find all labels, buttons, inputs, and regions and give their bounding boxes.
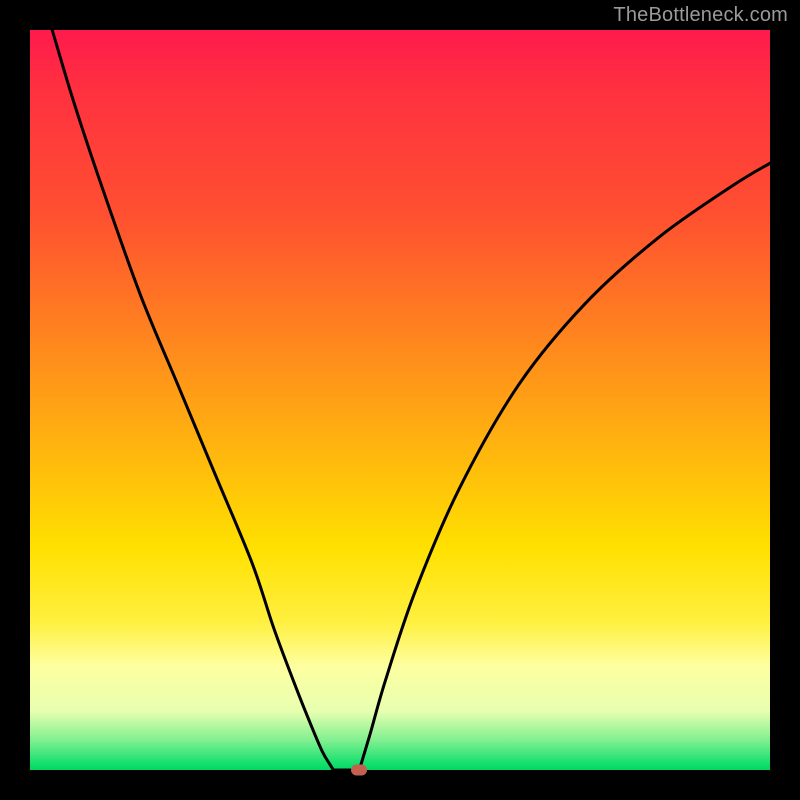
curve-path bbox=[52, 30, 770, 770]
watermark-text: TheBottleneck.com bbox=[613, 4, 788, 27]
optimum-marker bbox=[351, 765, 367, 776]
bottleneck-curve bbox=[30, 30, 770, 770]
chart-frame: TheBottleneck.com bbox=[0, 0, 800, 800]
plot-area bbox=[30, 30, 770, 770]
